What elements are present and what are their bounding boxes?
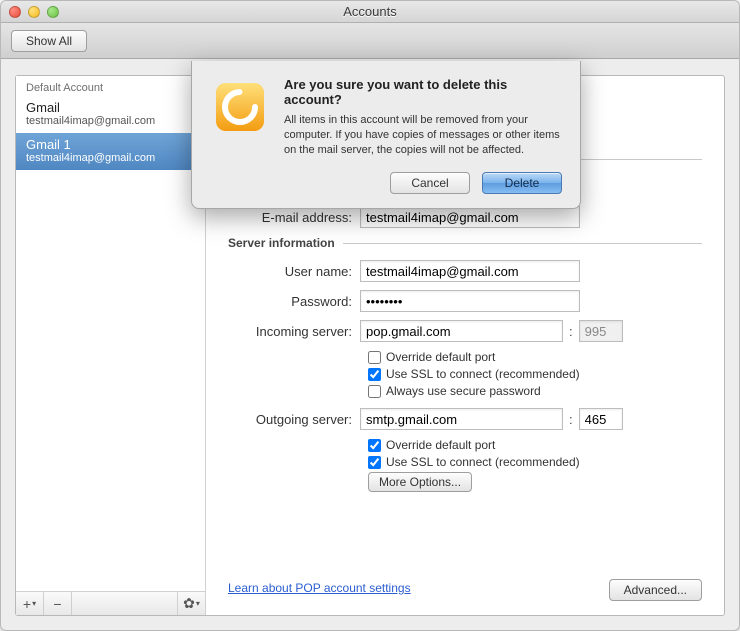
accounts-sidebar: Default Account Gmail testmail4imap@gmai… [16,76,206,615]
label-outgoing-server: Outgoing server: [228,412,360,427]
account-address: testmail4imap@gmail.com [26,152,195,164]
sidebar-account-gmail1[interactable]: Gmail 1 testmail4imap@gmail.com [16,133,205,170]
outgoing-port-field[interactable] [579,408,623,430]
cancel-button[interactable]: Cancel [390,172,470,194]
more-options-button[interactable]: More Options... [368,472,472,492]
delete-button[interactable]: Delete [482,172,562,194]
sidebar-header: Default Account [16,76,205,96]
label-password: Password: [228,294,360,309]
dropdown-icon: ▾ [196,599,200,608]
label-outgoing-override-port: Override default port [386,438,495,452]
outlook-app-icon [210,77,270,137]
incoming-server-field[interactable] [360,320,563,342]
outgoing-server-field[interactable] [360,408,563,430]
account-address: testmail4imap@gmail.com [26,115,195,127]
divider [343,243,702,244]
port-separator: : [563,412,579,427]
advanced-button[interactable]: Advanced... [609,579,702,601]
label-incoming-secure-password: Always use secure password [386,384,541,398]
email-address-field[interactable] [360,206,580,228]
window: Accounts Show All Default Account Gmail … [0,0,740,631]
learn-pop-link[interactable]: Learn about POP account settings [228,581,411,595]
outgoing-use-ssl-checkbox[interactable] [368,456,381,469]
dialog-message: All items in this account will be remove… [284,113,562,158]
gear-icon: ✿ [183,595,195,612]
window-title: Accounts [1,4,739,19]
password-field[interactable] [360,290,580,312]
confirm-delete-dialog: Are you sure you want to delete this acc… [191,61,581,209]
outgoing-override-port-checkbox[interactable] [368,439,381,452]
label-email-address: E-mail address: [228,210,360,225]
section-server-information: Server information [228,236,343,250]
add-account-button[interactable]: + ▾ [16,592,44,615]
label-user-name: User name: [228,264,360,279]
incoming-override-port-checkbox[interactable] [368,351,381,364]
user-name-field[interactable] [360,260,580,282]
dialog-title: Are you sure you want to delete this acc… [284,77,562,107]
remove-account-button[interactable]: − [44,592,72,615]
incoming-secure-password-checkbox[interactable] [368,385,381,398]
show-all-button[interactable]: Show All [11,30,87,52]
label-outgoing-use-ssl: Use SSL to connect (recommended) [386,455,580,469]
label-incoming-override-port: Override default port [386,350,495,364]
titlebar: Accounts [1,1,739,23]
label-incoming-server: Incoming server: [228,324,360,339]
port-separator: : [563,324,579,339]
sidebar-footer: + ▾ − ✿ ▾ [16,591,205,615]
incoming-use-ssl-checkbox[interactable] [368,368,381,381]
dropdown-icon: ▾ [32,599,36,608]
account-actions-button[interactable]: ✿ ▾ [177,592,205,615]
account-name: Gmail 1 [26,137,195,152]
label-incoming-use-ssl: Use SSL to connect (recommended) [386,367,580,381]
sidebar-account-gmail[interactable]: Gmail testmail4imap@gmail.com [16,96,205,133]
incoming-port-field [579,320,623,342]
toolbar: Show All [1,23,739,59]
plus-icon: + [23,596,31,612]
minus-icon: − [53,596,61,612]
account-name: Gmail [26,100,195,115]
